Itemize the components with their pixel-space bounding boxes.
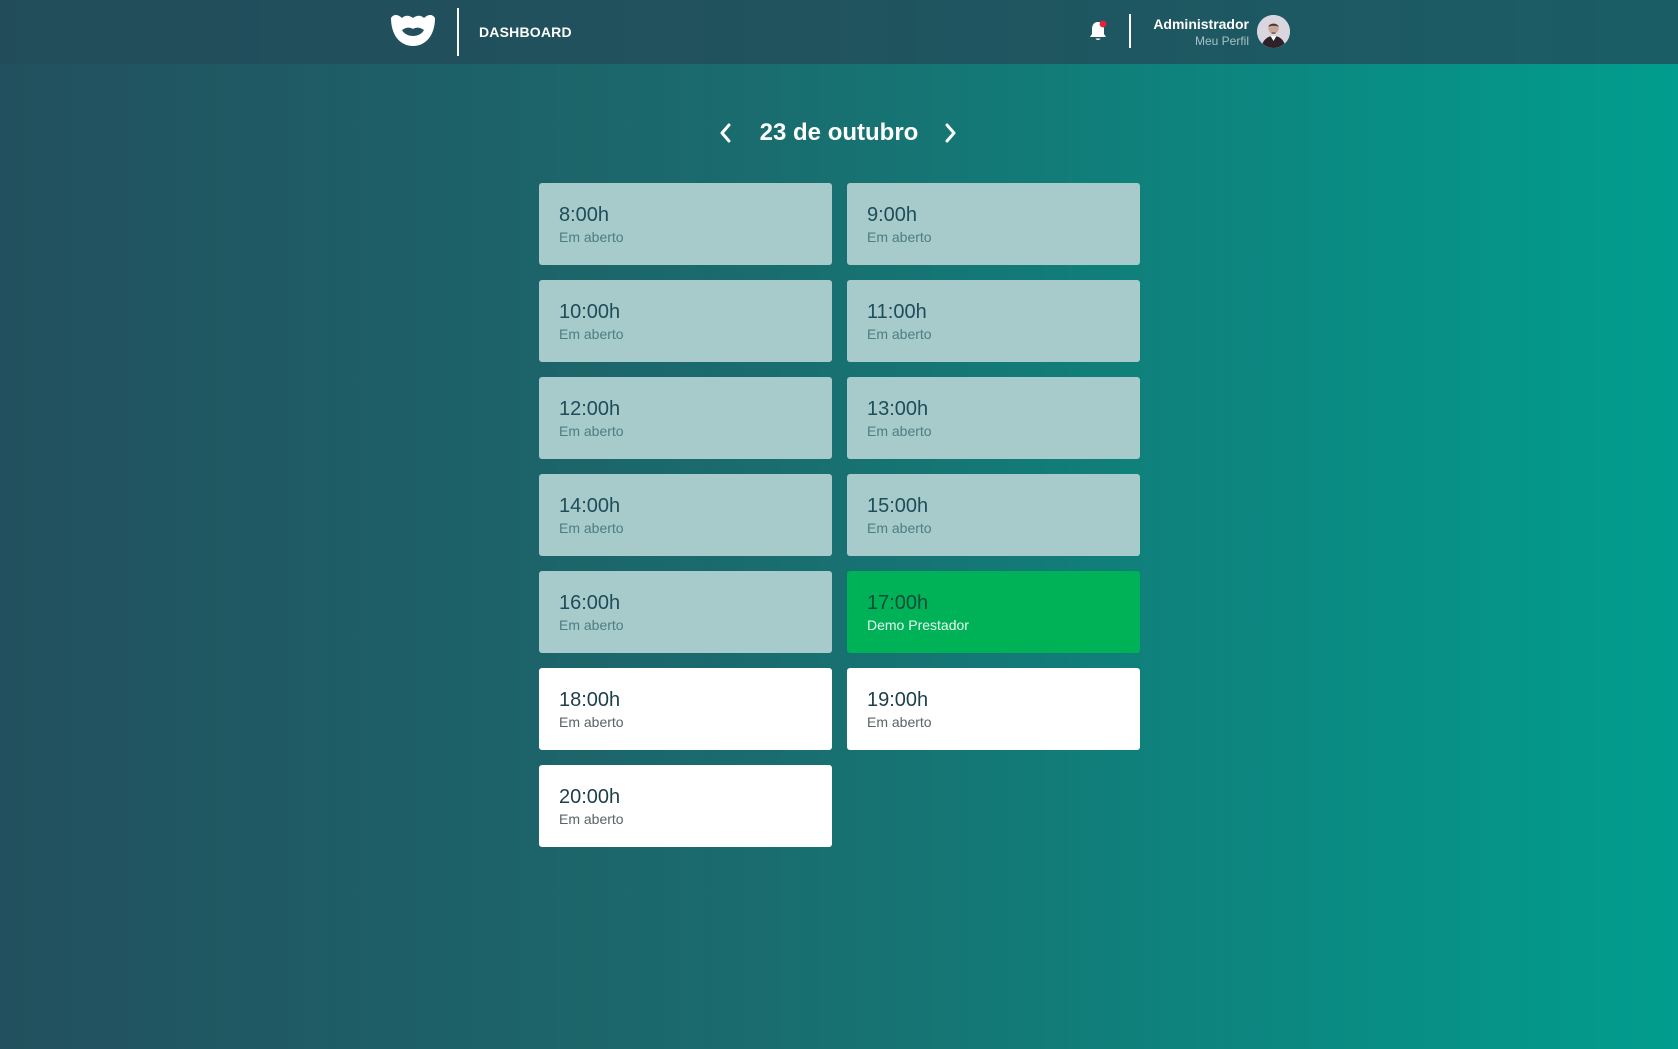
slot-time: 10:00h bbox=[559, 301, 621, 323]
time-slot[interactable]: 11:00h Em aberto bbox=[847, 280, 1140, 362]
time-slot[interactable]: 10:00h Em aberto bbox=[539, 280, 832, 362]
time-slot-booked[interactable]: 17:00h Demo Prestador bbox=[847, 571, 1140, 653]
slot-status: Em aberto bbox=[867, 423, 932, 439]
my-profile-link[interactable]: Meu Perfil bbox=[1153, 34, 1249, 49]
slot-time: 14:00h bbox=[559, 495, 621, 517]
time-slots-grid: 8:00h Em aberto 9:00h Em aberto 10:00h E… bbox=[539, 183, 1140, 847]
selected-date: 23 de outubro bbox=[759, 119, 919, 146]
time-slot[interactable]: 20:00h Em aberto bbox=[539, 765, 832, 847]
nav-dashboard-link[interactable]: DASHBOARD bbox=[479, 23, 572, 41]
notification-dot bbox=[1099, 20, 1107, 28]
slot-time: 12:00h bbox=[559, 398, 621, 420]
slot-time: 11:00h bbox=[867, 301, 927, 323]
slot-status: Em aberto bbox=[559, 423, 624, 439]
time-slot[interactable]: 16:00h Em aberto bbox=[539, 571, 832, 653]
top-bar: DASHBOARD Administrador Meu Perfil bbox=[0, 0, 1678, 64]
header-content: DASHBOARD Administrador Meu Perfil bbox=[386, 0, 1291, 64]
time-slot[interactable]: 18:00h Em aberto bbox=[539, 668, 832, 750]
user-name: Administrador bbox=[1153, 16, 1249, 32]
bell-icon[interactable] bbox=[1088, 20, 1108, 42]
slot-time: 19:00h bbox=[867, 689, 929, 711]
slot-status: Em aberto bbox=[559, 811, 624, 827]
slot-status: Em aberto bbox=[867, 326, 932, 342]
chevron-right-icon[interactable] bbox=[940, 121, 960, 145]
slot-provider-name: Demo Prestador bbox=[867, 617, 969, 633]
slot-time: 16:00h bbox=[559, 592, 621, 614]
slot-status: Em aberto bbox=[867, 229, 932, 245]
time-slot[interactable]: 14:00h Em aberto bbox=[539, 474, 832, 556]
slot-time: 8:00h bbox=[559, 204, 610, 226]
time-slot[interactable]: 12:00h Em aberto bbox=[539, 377, 832, 459]
slot-status: Em aberto bbox=[559, 326, 624, 342]
profile-info[interactable]: Administrador Meu Perfil bbox=[1153, 15, 1249, 49]
slot-time: 17:00h bbox=[867, 592, 929, 614]
date-navigation: 23 de outubro bbox=[539, 112, 1139, 154]
slot-status: Em aberto bbox=[559, 520, 624, 536]
time-slot[interactable]: 19:00h Em aberto bbox=[847, 668, 1140, 750]
slot-time: 18:00h bbox=[559, 689, 621, 711]
slot-time: 9:00h bbox=[867, 204, 918, 226]
slot-time: 13:00h bbox=[867, 398, 929, 420]
time-slot[interactable]: 13:00h Em aberto bbox=[847, 377, 1140, 459]
slot-time: 20:00h bbox=[559, 786, 621, 808]
slot-status: Em aberto bbox=[867, 520, 932, 536]
slot-time: 15:00h bbox=[867, 495, 929, 517]
slot-status: Em aberto bbox=[867, 714, 932, 730]
time-slot[interactable]: 15:00h Em aberto bbox=[847, 474, 1140, 556]
slot-status: Em aberto bbox=[559, 617, 624, 633]
slot-status: Em aberto bbox=[559, 714, 624, 730]
header-divider-right bbox=[1129, 14, 1131, 48]
time-slot[interactable]: 8:00h Em aberto bbox=[539, 183, 832, 265]
mustache-logo-icon[interactable] bbox=[388, 11, 438, 51]
time-slot[interactable]: 9:00h Em aberto bbox=[847, 183, 1140, 265]
slot-status: Em aberto bbox=[559, 229, 624, 245]
avatar[interactable] bbox=[1257, 15, 1290, 48]
header-divider bbox=[457, 8, 459, 56]
avatar-image bbox=[1257, 15, 1290, 48]
